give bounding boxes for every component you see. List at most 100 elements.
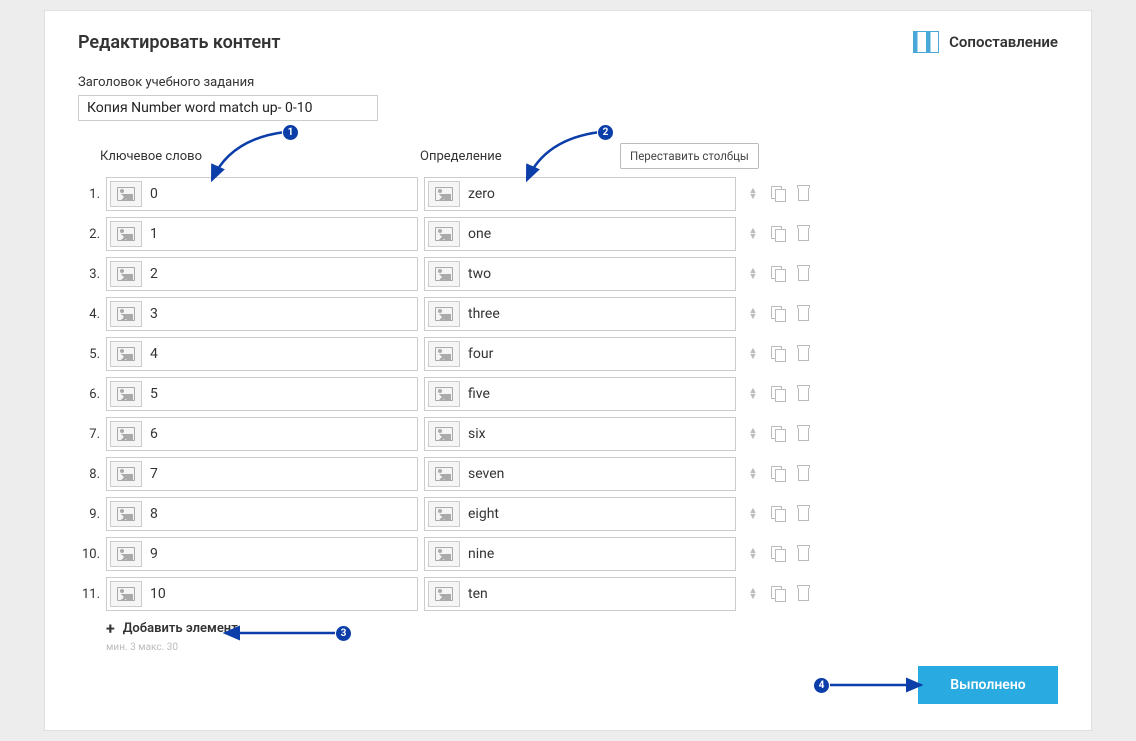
keyword-cell[interactable]: 3 [106,297,418,331]
keyword-text[interactable]: 2 [150,266,414,282]
duplicate-button[interactable] [771,187,785,201]
definition-text[interactable]: five [468,386,732,402]
keyword-text[interactable]: 10 [150,586,414,602]
drag-handle-icon[interactable]: ▲▼ [746,467,760,481]
delete-button[interactable] [796,467,810,481]
definition-cell[interactable]: ten [424,577,736,611]
definition-text[interactable]: zero [468,186,732,202]
definition-text[interactable]: two [468,266,732,282]
definition-cell[interactable]: zero [424,177,736,211]
definition-cell[interactable]: eight [424,497,736,531]
drag-handle-icon[interactable]: ▲▼ [746,227,760,241]
definition-text[interactable]: eight [468,506,732,522]
duplicate-button[interactable] [771,307,785,321]
image-button[interactable] [110,221,142,247]
image-button[interactable] [428,581,460,607]
definition-text[interactable]: six [468,426,732,442]
keyword-text[interactable]: 9 [150,546,414,562]
delete-button[interactable] [796,347,810,361]
duplicate-button[interactable] [771,587,785,601]
definition-cell[interactable]: four [424,337,736,371]
definition-cell[interactable]: nine [424,537,736,571]
image-button[interactable] [428,261,460,287]
keyword-cell[interactable]: 10 [106,577,418,611]
delete-button[interactable] [796,587,810,601]
keyword-text[interactable]: 7 [150,466,414,482]
image-button[interactable] [110,501,142,527]
drag-handle-icon[interactable]: ▲▼ [746,267,760,281]
definition-cell[interactable]: six [424,417,736,451]
delete-button[interactable] [796,267,810,281]
image-button[interactable] [428,461,460,487]
delete-button[interactable] [796,387,810,401]
keyword-cell[interactable]: 6 [106,417,418,451]
title-input[interactable] [78,95,378,121]
keyword-cell[interactable]: 8 [106,497,418,531]
delete-button[interactable] [796,547,810,561]
duplicate-button[interactable] [771,387,785,401]
duplicate-button[interactable] [771,227,785,241]
image-button[interactable] [428,541,460,567]
image-button[interactable] [110,581,142,607]
keyword-text[interactable]: 3 [150,306,414,322]
image-button[interactable] [428,221,460,247]
keyword-text[interactable]: 8 [150,506,414,522]
drag-handle-icon[interactable]: ▲▼ [746,187,760,201]
done-button[interactable]: Выполнено [918,666,1058,704]
delete-button[interactable] [796,187,810,201]
keyword-text[interactable]: 1 [150,226,414,242]
keyword-cell[interactable]: 2 [106,257,418,291]
keyword-cell[interactable]: 9 [106,537,418,571]
definition-cell[interactable]: three [424,297,736,331]
drag-handle-icon[interactable]: ▲▼ [746,307,760,321]
image-button[interactable] [110,261,142,287]
keyword-cell[interactable]: 1 [106,217,418,251]
delete-button[interactable] [796,307,810,321]
definition-text[interactable]: four [468,346,732,362]
image-button[interactable] [110,301,142,327]
definition-cell[interactable]: seven [424,457,736,491]
keyword-cell[interactable]: 7 [106,457,418,491]
image-button[interactable] [428,421,460,447]
image-button[interactable] [110,461,142,487]
image-button[interactable] [428,501,460,527]
image-button[interactable] [110,541,142,567]
image-button[interactable] [428,301,460,327]
keyword-text[interactable]: 4 [150,346,414,362]
drag-handle-icon[interactable]: ▲▼ [746,347,760,361]
keyword-cell[interactable]: 5 [106,377,418,411]
drag-handle-icon[interactable]: ▲▼ [746,507,760,521]
definition-text[interactable]: three [468,306,732,322]
duplicate-button[interactable] [771,467,785,481]
keyword-cell[interactable]: 0 [106,177,418,211]
keyword-text[interactable]: 0 [150,186,414,202]
delete-button[interactable] [796,507,810,521]
keyword-text[interactable]: 5 [150,386,414,402]
definition-text[interactable]: one [468,226,732,242]
definition-text[interactable]: seven [468,466,732,482]
delete-button[interactable] [796,227,810,241]
keyword-cell[interactable]: 4 [106,337,418,371]
image-button[interactable] [110,381,142,407]
definition-cell[interactable]: five [424,377,736,411]
duplicate-button[interactable] [771,547,785,561]
duplicate-button[interactable] [771,507,785,521]
image-button[interactable] [110,421,142,447]
add-item-button[interactable]: + Добавить элемент [106,619,1058,638]
definition-text[interactable]: ten [468,586,732,602]
delete-button[interactable] [796,427,810,441]
definition-text[interactable]: nine [468,546,732,562]
definition-cell[interactable]: one [424,217,736,251]
keyword-text[interactable]: 6 [150,426,414,442]
image-button[interactable] [428,341,460,367]
swap-columns-button[interactable]: Переставить столбцы [620,143,759,169]
duplicate-button[interactable] [771,267,785,281]
definition-cell[interactable]: two [424,257,736,291]
image-button[interactable] [110,181,142,207]
duplicate-button[interactable] [771,427,785,441]
drag-handle-icon[interactable]: ▲▼ [746,427,760,441]
image-button[interactable] [428,181,460,207]
template-type[interactable]: Сопоставление [913,31,1058,53]
duplicate-button[interactable] [771,347,785,361]
drag-handle-icon[interactable]: ▲▼ [746,587,760,601]
